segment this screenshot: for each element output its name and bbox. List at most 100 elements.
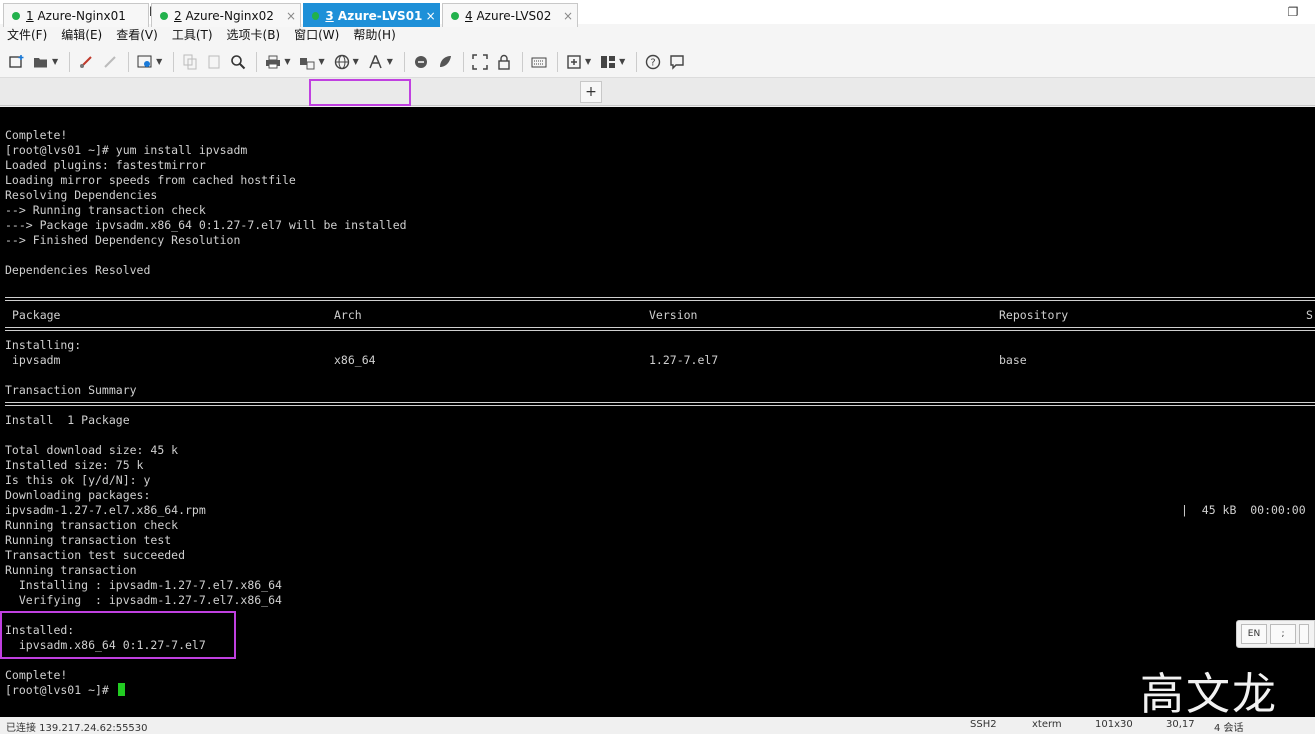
- help-icon[interactable]: ?: [642, 51, 664, 73]
- terminal-line: Loading mirror speeds from cached hostfi…: [5, 173, 296, 187]
- menu-view[interactable]: 查看(V): [109, 24, 165, 46]
- table-cell-arch: x86_64: [334, 353, 376, 367]
- compose-icon[interactable]: [563, 51, 585, 73]
- table-separator: [5, 297, 1315, 301]
- connected-status-icon: [312, 11, 320, 20]
- status-terminal-size: 101x30: [1095, 719, 1133, 730]
- lock-icon[interactable]: [493, 51, 515, 73]
- terminal-line: Transaction Summary: [5, 383, 137, 397]
- compose-dropdown-chevron-icon[interactable]: ▼: [585, 57, 591, 66]
- menu-window[interactable]: 窗口(W): [287, 24, 346, 46]
- transfer-icon[interactable]: [296, 51, 318, 73]
- restore-button[interactable]: ❐: [1271, 0, 1315, 24]
- ime-more-button[interactable]: [1299, 624, 1309, 644]
- terminal-line: Install 1 Package: [5, 413, 130, 427]
- terminal-line: Loaded plugins: fastestmirror: [5, 158, 206, 172]
- toolbar-divider: [256, 51, 258, 72]
- new-session-icon[interactable]: [6, 51, 28, 73]
- terminal-line: Installed:: [5, 623, 75, 637]
- connected-status-icon: [451, 11, 459, 20]
- table-separator: [5, 327, 1315, 331]
- toolbar-divider: [173, 51, 175, 72]
- font-icon[interactable]: [365, 51, 387, 73]
- tab-label: Azure-LVS01: [337, 8, 423, 23]
- chat-icon[interactable]: [666, 51, 688, 73]
- paste-icon[interactable]: [203, 51, 225, 73]
- keyboard-icon[interactable]: [528, 51, 550, 73]
- terminal-line: Installing : ipvsadm-1.27-7.el7.x86_64: [5, 578, 282, 592]
- menu-bar: 文件(F) 编辑(E) 查看(V) 工具(T) 选项卡(B) 窗口(W) 帮助(…: [0, 24, 1315, 46]
- menu-tabs[interactable]: 选项卡(B): [220, 24, 288, 46]
- toolbar-divider: [462, 51, 464, 72]
- table-header-package: Package: [12, 308, 61, 322]
- ime-toolbar: EN ;: [1236, 620, 1315, 648]
- copy-icon[interactable]: [179, 51, 201, 73]
- menu-file[interactable]: 文件(F): [0, 24, 54, 46]
- toolbar-divider: [556, 51, 558, 72]
- close-tab-icon[interactable]: ×: [282, 9, 300, 23]
- terminal-line: Complete!: [5, 668, 68, 682]
- table-header-arch: Arch: [334, 308, 362, 322]
- tab-number: 2: [174, 8, 182, 23]
- xftp-icon[interactable]: [410, 51, 432, 73]
- layout-icon[interactable]: [597, 51, 619, 73]
- terminal-line: Complete!: [5, 128, 68, 142]
- print-dropdown-chevron-icon[interactable]: ▼: [284, 57, 290, 66]
- terminal-output[interactable]: Complete! [root@lvs01 ~]# yum install ip…: [0, 107, 1315, 717]
- svg-text:?: ?: [651, 57, 656, 68]
- watermark: 高文龙: [1140, 669, 1278, 720]
- globe-dropdown-chevron-icon[interactable]: ▼: [353, 57, 359, 66]
- terminal-line: Total download size: 45 k: [5, 443, 179, 457]
- fullscreen-icon[interactable]: [469, 51, 491, 73]
- terminal-line: Verifying : ipvsadm-1.27-7.el7.x86_64: [5, 593, 282, 607]
- ime-language-button[interactable]: EN: [1241, 624, 1267, 644]
- terminal-line: ipvsadm-1.27-7.el7.x86_64.rpm: [5, 503, 206, 517]
- print-icon[interactable]: [262, 51, 284, 73]
- find-icon[interactable]: [227, 51, 249, 73]
- terminal-line: [root@lvs01 ~]# yum install ipvsadm: [5, 143, 248, 157]
- ime-punctuation-button[interactable]: ;: [1270, 624, 1296, 644]
- toolbar-divider: [636, 51, 638, 72]
- terminal-cursor: [117, 683, 125, 696]
- status-protocol: SSH2: [970, 719, 997, 730]
- tab-number: 1: [26, 8, 34, 23]
- connected-status-icon: [12, 11, 20, 20]
- table-separator: [5, 402, 1315, 406]
- toolbar-divider: [521, 51, 523, 72]
- menu-edit[interactable]: 编辑(E): [54, 24, 109, 46]
- tab-azure-nginx02[interactable]: 2 Azure-Nginx02 ×: [151, 3, 301, 27]
- table-cell-repository: base: [999, 353, 1027, 367]
- reconnect-icon[interactable]: [75, 51, 97, 73]
- status-terminal-type: xterm: [1032, 719, 1062, 730]
- menu-tools[interactable]: 工具(T): [165, 24, 220, 46]
- disconnect-icon[interactable]: [99, 51, 121, 73]
- tab-azure-lvs02[interactable]: 4 Azure-LVS02 ×: [442, 3, 578, 27]
- table-cell-version: 1.27-7.el7: [649, 353, 719, 367]
- close-tab-icon[interactable]: ×: [559, 9, 577, 23]
- font-dropdown-chevron-icon[interactable]: ▼: [387, 57, 393, 66]
- tab-label: Azure-Nginx01: [37, 8, 126, 23]
- table-header-repository: Repository: [999, 308, 1069, 322]
- xmanager-icon[interactable]: [434, 51, 456, 73]
- close-tab-icon[interactable]: ×: [422, 9, 439, 23]
- terminal-line: Resolving Dependencies: [5, 188, 158, 202]
- properties-icon[interactable]: [134, 51, 156, 73]
- toolbar-divider: [69, 51, 71, 72]
- terminal-line: Running transaction check: [5, 518, 179, 532]
- open-dropdown-chevron-icon[interactable]: ▼: [52, 57, 58, 66]
- terminal-line: Running transaction: [5, 563, 137, 577]
- terminal-line: Installing:: [5, 338, 82, 352]
- tab-azure-lvs01[interactable]: 3 Azure-LVS01 ×: [303, 3, 440, 27]
- menu-help[interactable]: 帮助(H): [346, 24, 402, 46]
- terminal-line: Dependencies Resolved: [5, 263, 151, 277]
- globe-icon[interactable]: [331, 51, 353, 73]
- terminal-line: Is this ok [y/d/N]: y: [5, 473, 151, 487]
- tab-azure-nginx01[interactable]: 1 Azure-Nginx01: [3, 3, 149, 27]
- layout-dropdown-chevron-icon[interactable]: ▼: [619, 57, 625, 66]
- table-cell-package: ipvsadm: [12, 353, 61, 367]
- table-header-version: Version: [649, 308, 698, 322]
- add-tab-button[interactable]: +: [580, 81, 602, 103]
- open-folder-icon[interactable]: [30, 51, 52, 73]
- transfer-dropdown-chevron-icon[interactable]: ▼: [318, 57, 324, 66]
- properties-dropdown-chevron-icon[interactable]: ▼: [156, 57, 162, 66]
